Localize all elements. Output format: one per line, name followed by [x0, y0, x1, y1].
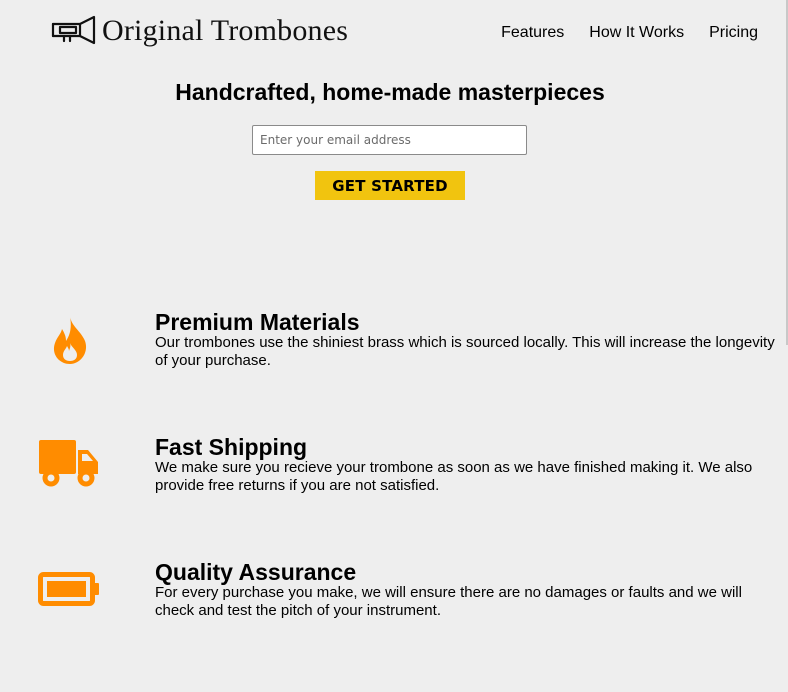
- truck-icon: [39, 440, 98, 487]
- site-header: Original Trombones Features How It Works…: [0, 0, 788, 68]
- nav-link-how-it-works[interactable]: How It Works: [589, 23, 684, 43]
- trombone-icon: [51, 15, 96, 45]
- landing-page: Original Trombones Features How It Works…: [0, 0, 788, 692]
- feature-description: Our trombones use the shiniest brass whi…: [155, 334, 775, 369]
- email-input[interactable]: [252, 125, 527, 155]
- feature-title: Fast Shipping: [155, 434, 308, 460]
- brand-logo[interactable]: Original Trombones: [50, 14, 348, 48]
- hero-title: Handcrafted, home-made masterpieces: [175, 79, 605, 105]
- nav-link-pricing[interactable]: Pricing: [709, 23, 758, 43]
- feature-title: Quality Assurance: [155, 559, 357, 585]
- feature-description: We make sure you recieve your trombone a…: [155, 459, 753, 494]
- get-started-button[interactable]: GET STARTED: [315, 171, 465, 200]
- feature-description: For every purchase you make, we will ens…: [155, 584, 742, 619]
- feature-title: Premium Materials: [155, 309, 360, 335]
- nav-link-features[interactable]: Features: [501, 23, 564, 43]
- main-nav: Features How It Works Pricing: [476, 23, 758, 43]
- brand-name: Original Trombones: [102, 14, 349, 47]
- battery-icon: [38, 572, 99, 606]
- fire-icon: [53, 316, 87, 364]
